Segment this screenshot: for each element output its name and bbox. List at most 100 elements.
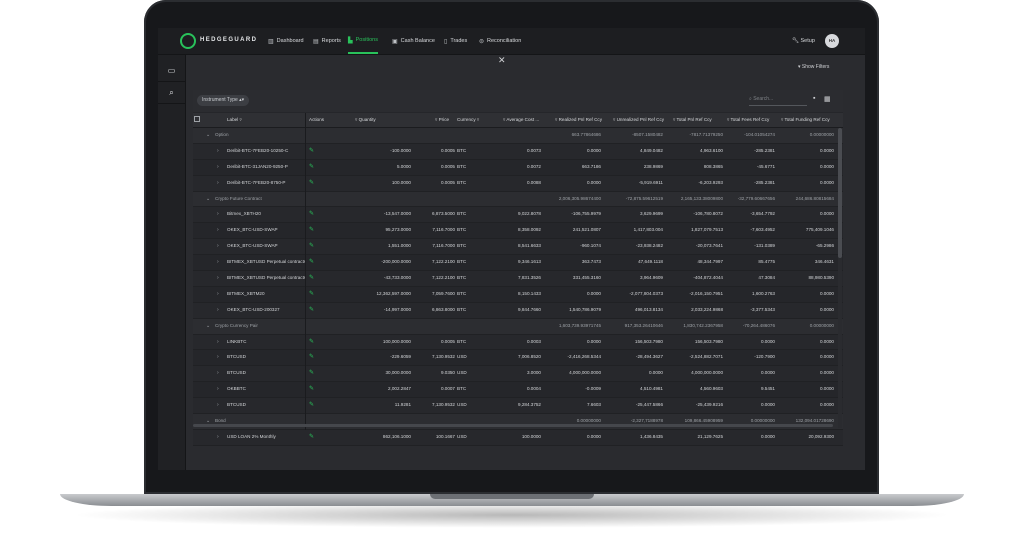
chevron-down-icon[interactable]: ⌄ [206,319,210,334]
cell-fees: -104.01054274 [744,132,775,137]
table-row[interactable]: › OKEX_BTC-USD-SWAP ✎ 1,551.0000 7,116.7000 B… [193,239,843,256]
col-total-pnl[interactable]: ▿ Total Pnl Ref Ccy [673,113,712,127]
edit-pencil-icon[interactable]: ✎ [309,207,314,222]
chevron-right-icon[interactable]: › [217,176,219,191]
cell-fees: -32,779.60667656 [737,195,775,201]
chevron-right-icon[interactable]: › [217,430,219,445]
edit-pencil-icon[interactable]: ✎ [309,144,314,159]
chevron-right-icon[interactable]: › [217,350,219,365]
cell-ccy: BTC [457,211,467,217]
table-row[interactable]: › BTCUSD ✎ 11.9281 7,130.9532 USD 9,284.3752 7.… [193,398,843,415]
nav-cash-balance[interactable]: ▣ Cash Balance [392,28,435,54]
col-currency[interactable]: Currency ▿ [457,113,479,127]
show-filters-button[interactable]: ▾ Show Filters [798,64,829,70]
col-label[interactable]: Label ▿ [227,113,242,127]
edit-pencil-icon[interactable]: ✎ [309,255,314,270]
table-row[interactable]: › BITMEX_XBTM20 ✎ 12,362,597.0000 7,059.7600… [193,287,843,303]
col-quantity[interactable]: ▿ Quantity [355,113,376,127]
folder-icon[interactable]: ▭ [158,61,185,82]
cell-realized: 1,540,786.9079 [569,306,601,312]
search-input[interactable]: ⌕ Search... [749,96,807,106]
col-realized-pnl[interactable]: ▿ Realized Pnl Ref Ccy [555,113,602,127]
cell-qty: 100,000.0000 [382,338,411,344]
edit-pencil-icon[interactable]: ✎ [309,430,314,445]
chevron-right-icon[interactable]: › [217,160,219,175]
col-price[interactable]: ▿ Price [435,113,449,127]
col-price-text: Price [438,117,450,122]
vertical-scrollbar-thumb[interactable] [838,128,842,258]
table-row[interactable]: › BTCUSD ✎ -229.6059 7,130.9532 USD 7,006.8520… [193,350,843,367]
close-icon[interactable]: ✕ [498,55,506,66]
nav-positions[interactable]: ▙ Positions [348,28,378,54]
select-all-checkbox[interactable] [194,116,200,122]
table-row[interactable]: › Deribit-BTC-31JAN20-9250-P ✎ 5.0000 0.0005… [193,160,843,176]
table-row[interactable]: › BITMEX_XBTUSD Perpetual contracts ✎ -200,… [193,255,843,272]
chevron-right-icon[interactable]: › [217,144,219,159]
edit-pencil-icon[interactable]: ✎ [309,350,314,365]
edit-pencil-icon[interactable]: ✎ [309,176,314,191]
col-actions[interactable]: Actions [309,113,324,127]
col-average-cost[interactable]: ▿ Average Cost ... [503,113,539,127]
columns-icon[interactable]: ▦ [824,95,831,103]
edit-pencil-icon[interactable]: ✎ [309,382,314,397]
edit-pencil-icon[interactable]: ✎ [309,239,314,254]
edit-pencil-icon[interactable]: ✎ [309,335,314,350]
chevron-right-icon[interactable]: › [217,239,219,254]
table-row[interactable]: › USD LOAN 2% Monthly ✎ 862,106.1000 100.166… [193,429,843,446]
chevron-right-icon[interactable]: › [217,398,219,413]
table-row[interactable]: › OKEX_BTC-USD-SWAP ✎ 95,273.0000 7,116.7000… [193,223,843,240]
chevron-down-icon[interactable]: ⌄ [206,128,210,143]
cell-price: 7,130.9532 [432,354,455,360]
group-row[interactable]: ⌄ Bond 0.00000000 -2,327,7188978 109,866.459… [193,414,843,430]
table-row[interactable]: › OKEX_BTC-USD-200327 ✎ -14,997.0000 6,863.8… [193,302,843,319]
table-row[interactable]: › LINKBTC ✎ 100,000.0000 0.0005 BTC 0.0003 0.00… [193,334,843,351]
table-row[interactable]: › Deribit-BTC-7FEB20-8750-P ✎ 100.0000 0.000… [193,175,843,192]
chevron-right-icon[interactable]: › [217,335,219,350]
col-unrealized-pnl[interactable]: ▿ Unrealized Pnl Ref Ccy [613,113,664,127]
chevron-right-icon[interactable]: › [217,366,219,381]
nav-reports[interactable]: ▤ Reports [313,28,341,54]
cell-total: 2,165,133.38009800 [680,195,723,201]
hedgeguard-logo-icon[interactable] [180,33,196,49]
table-row[interactable]: › Deribit-BTC-7FEB20-10250-C ✎ -100.0000 0.0… [193,143,843,160]
group-row[interactable]: ⌄ Crypto Currency Pair 1,603,739.93971745 9… [193,318,843,335]
edit-pencil-icon[interactable]: ✎ [309,366,314,381]
edit-pencil-icon[interactable]: ✎ [309,303,314,318]
chevron-right-icon[interactable]: › [217,207,219,222]
nav-dashboard[interactable]: ▥ Dashboard [268,28,304,54]
chevron-right-icon[interactable]: › [217,382,219,397]
chevron-right-icon[interactable]: › [217,303,219,318]
cell-realized: 363.7473 [581,259,601,265]
table-row[interactable]: › BTCUSD ✎ 30,000.0000 9.0350 USD 3.0000 4,000,… [193,366,843,383]
table-row[interactable]: › OKBBTC ✎ 2,002.2847 0.0007 BTC 0.0004 -0.0009… [193,382,843,399]
table-row[interactable]: › Bitmex_XBTH20 ✎ -13,547.0000 6,873.5000 BTC… [193,207,843,224]
save-icon[interactable]: ▪ [813,95,815,102]
chevron-right-icon[interactable]: › [217,223,219,238]
positions-icon: ▙ [348,37,353,44]
chevron-down-icon[interactable]: ⌄ [206,192,210,207]
edit-pencil-icon[interactable]: ✎ [309,223,314,238]
edit-pencil-icon[interactable]: ✎ [309,398,314,413]
chevron-right-icon[interactable]: › [217,255,219,270]
edit-pencil-icon[interactable]: ✎ [309,271,314,286]
nav-reconciliation[interactable]: ⊜ Reconciliation [479,28,521,54]
col-total-funding[interactable]: ▿ Total Funding Ref Ccy [781,113,830,127]
group-row[interactable]: ⌄ Option 663.77864686 -8507.1580482 -7817.71… [193,128,843,144]
setup-button[interactable]: 🔧︎ Setup [792,38,815,44]
edit-pencil-icon[interactable]: ✎ [309,160,314,175]
avatar[interactable]: HA [825,34,839,48]
table-row[interactable]: › BITMEX_XBTUSD Perpetual contracts ✎ -43,7… [193,271,843,287]
search-icon[interactable]: ⌕ [158,83,185,104]
nav-trades[interactable]: ▯ Trades [444,28,467,54]
col-total-fees[interactable]: ▿ Total Fees Ref Ccy [727,113,769,127]
cell-total: 808.3865 [703,163,723,169]
chevron-right-icon[interactable]: › [217,271,219,286]
instrument-type-filter-chip[interactable]: Instrument Type ▴▾ [197,95,250,106]
cell-fees: 0.0000 [760,338,775,344]
chevron-right-icon[interactable]: › [217,287,219,302]
group-row[interactable]: ⌄ Crypto Future Contract 2,006,305.9867440… [193,191,843,208]
edit-pencil-icon[interactable]: ✎ [309,287,314,302]
cell-realized: -2,416,268.5344 [567,354,601,360]
cell-fees: -285.2381 [754,179,775,185]
horizontal-scrollbar[interactable] [193,424,833,427]
